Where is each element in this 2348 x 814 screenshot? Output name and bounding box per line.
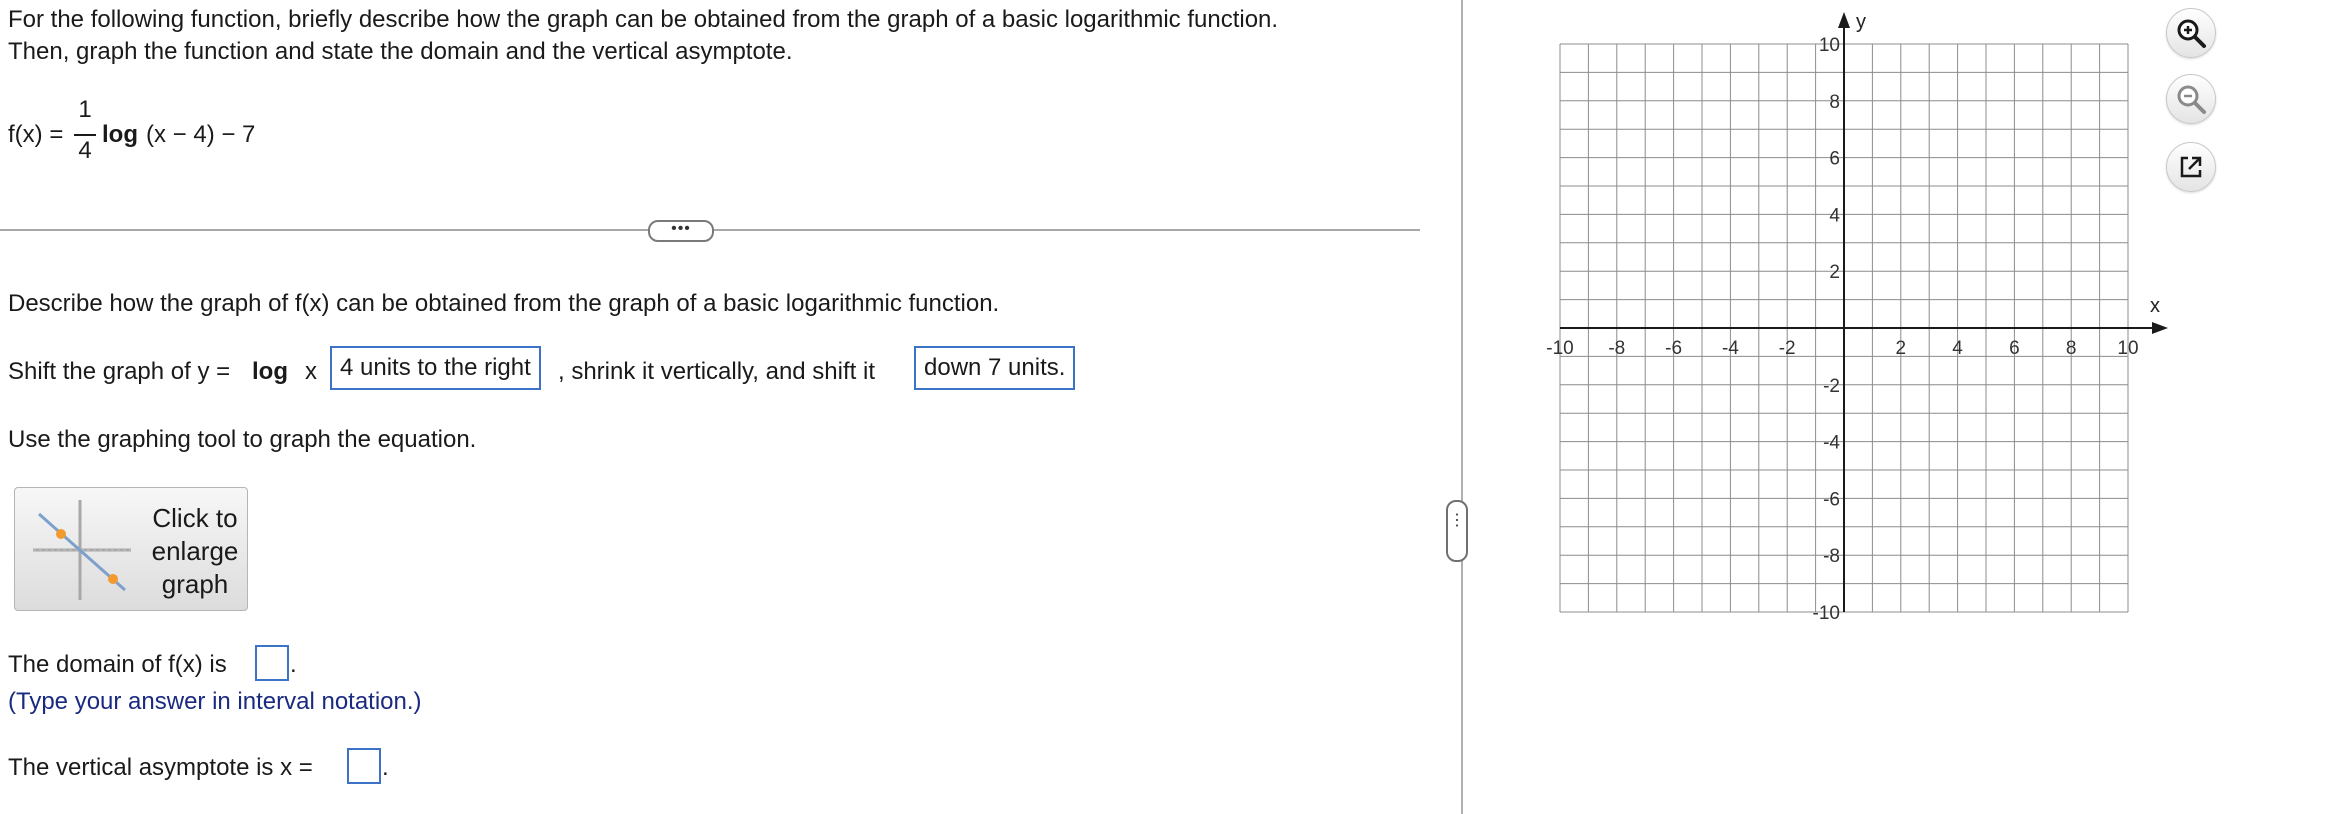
y-tick-label: -6	[1823, 489, 1840, 510]
pane-divider	[1461, 0, 1463, 814]
function-log: log	[102, 121, 138, 148]
enlarge-label-line-1: Click to	[152, 503, 238, 533]
zoom-out-button[interactable]	[2166, 74, 2216, 124]
question-pane: For the following function, briefly desc…	[0, 0, 1460, 814]
function-suffix: (x − 4) − 7	[146, 121, 256, 148]
popout-button[interactable]	[2166, 142, 2216, 192]
zoom-out-icon	[2177, 85, 2206, 114]
fraction-bar	[74, 134, 96, 136]
zoom-in-icon	[2177, 19, 2206, 48]
domain-input[interactable]	[255, 645, 289, 681]
enlarge-graph-label: Click to enlarge graph	[125, 502, 265, 601]
graph-thumbnail-icon	[33, 500, 131, 600]
x-tick-label: -10	[1546, 338, 1573, 359]
fraction-denominator: 4	[78, 137, 92, 164]
answer-box-shift-vertical[interactable]: down 7 units.	[914, 346, 1076, 390]
enlarge-label-line-3: graph	[161, 569, 229, 599]
y-tick-label: 6	[1829, 149, 1840, 170]
fraction-numerator: 1	[78, 96, 92, 123]
x-axis-label: x	[2150, 295, 2160, 317]
answer-box-shift-horizontal[interactable]: 4 units to the right	[330, 346, 541, 390]
x-tick-label: 4	[1952, 338, 1963, 359]
y-axis-label: y	[1856, 11, 1866, 33]
function-prefix: f(x) =	[8, 121, 64, 148]
graph-axes	[1560, 12, 2168, 612]
domain-hint: (Type your answer in interval notation.)	[8, 688, 422, 715]
y-tick-label: -8	[1823, 546, 1840, 567]
domain-prefix: The domain of f(x) is	[8, 651, 227, 678]
shift-log: log	[252, 358, 288, 385]
question-line-2: Then, graph the function and state the d…	[8, 38, 793, 65]
domain-suffix: .	[290, 651, 297, 678]
y-tick-label: -2	[1823, 376, 1840, 397]
tool-prompt: Use the graphing tool to graph the equat…	[8, 426, 477, 453]
zoom-in-button[interactable]	[2166, 8, 2216, 58]
shift-var: x	[305, 358, 317, 385]
x-tick-label: 6	[2009, 338, 2020, 359]
y-tick-label: 10	[1819, 35, 1840, 56]
external-link-icon	[2180, 156, 2202, 178]
x-tick-label: 8	[2066, 338, 2077, 359]
x-tick-label: 2	[1896, 338, 1907, 359]
x-tick-label: -2	[1779, 338, 1796, 359]
y-tick-label: 2	[1829, 262, 1840, 283]
x-tick-label: 10	[2117, 338, 2138, 359]
x-tick-label: -8	[1608, 338, 1625, 359]
y-tick-label: 8	[1829, 92, 1840, 113]
shift-middle: , shrink it vertically, and shift it	[558, 358, 875, 385]
x-tick-label: -4	[1722, 338, 1739, 359]
x-tick-label: -6	[1665, 338, 1682, 359]
pane-resize-handle[interactable]: ⋮	[1446, 500, 1468, 562]
enlarge-graph-button[interactable]: Click to enlarge graph	[14, 487, 248, 611]
coordinate-graph[interactable]: -10 -8 -6 -4 -2 2 4 6 8 10 10 8 6 4 2 -2 -4 -6 -8 -10 x y	[1530, 0, 2170, 640]
describe-prompt: Describe how the graph of f(x) can be ob…	[8, 290, 1000, 317]
question-line-1: For the following function, briefly desc…	[8, 6, 1279, 33]
expand-toggle[interactable]: •••	[648, 220, 714, 242]
asymptote-suffix: .	[382, 754, 389, 781]
y-tick-label: 4	[1829, 205, 1840, 226]
y-tick-label: -4	[1823, 433, 1840, 454]
graph-tick-labels: -10 -8 -6 -4 -2 2 4 6 8 10 10 8 6 4 2 -2 -4 -6 -8 -10	[1546, 35, 2138, 624]
x-axis-arrow-icon	[2152, 322, 2168, 334]
y-axis-arrow-icon	[1838, 12, 1850, 28]
shift-prefix: Shift the graph of y =	[8, 358, 231, 385]
y-tick-label: -10	[1813, 603, 1840, 624]
enlarge-label-line-2: enlarge	[151, 536, 239, 566]
asymptote-prefix: The vertical asymptote is x =	[8, 754, 313, 781]
asymptote-input[interactable]	[347, 748, 381, 784]
